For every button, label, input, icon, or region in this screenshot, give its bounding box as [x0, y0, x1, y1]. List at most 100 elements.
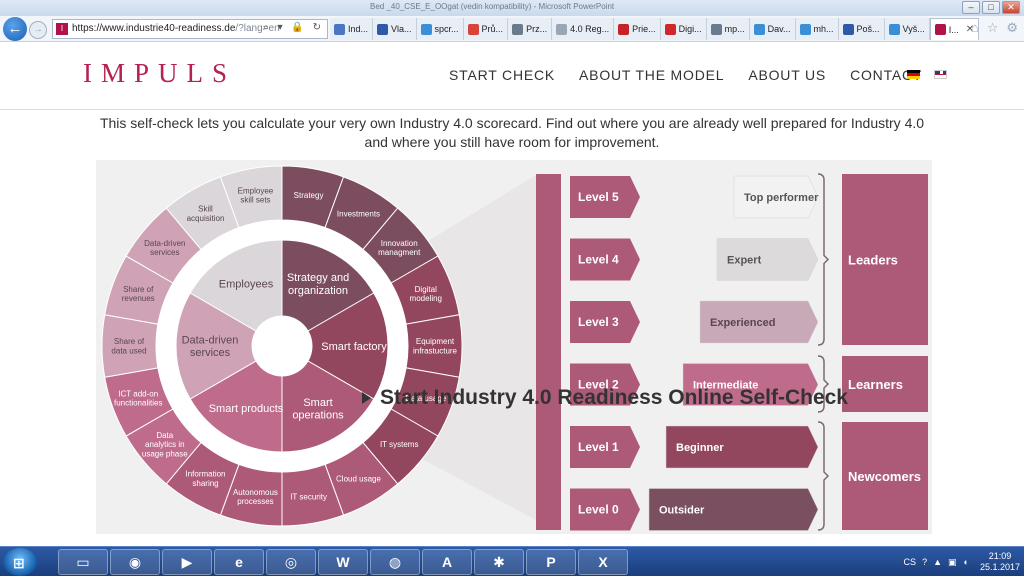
- browser-tab[interactable]: Digi...: [660, 18, 707, 40]
- browser-tab[interactable]: spcr...: [416, 18, 464, 40]
- word-icon[interactable]: W: [318, 549, 368, 575]
- start-button[interactable]: ⊞: [3, 548, 37, 576]
- tab-favicon-icon: [377, 23, 389, 35]
- minimize-button[interactable]: –: [962, 1, 980, 14]
- impuls-logo[interactable]: IMPULS: [83, 58, 236, 89]
- internet-explorer-icon[interactable]: e: [214, 549, 264, 575]
- intro-text: This self-check lets you calculate your …: [99, 115, 925, 150]
- browser-tab[interactable]: mp...: [706, 18, 750, 40]
- address-url[interactable]: https://www.industrie40-readiness.de/?la…: [72, 23, 280, 34]
- site-favicon-icon: I: [56, 23, 68, 35]
- levels-vertical-bar: [536, 174, 561, 530]
- level-label: Level 4: [578, 253, 619, 267]
- nav-start-check[interactable]: START CHECK: [449, 67, 555, 83]
- clock-time: 21:09: [988, 551, 1012, 561]
- main-content: This self-check lets you calculate your …: [0, 110, 1024, 546]
- tab-label: spcr...: [434, 24, 459, 34]
- browser-tab[interactable]: Prů...: [463, 18, 509, 40]
- stage-label: Expert: [727, 255, 762, 267]
- readiness-model-svg: StrategyInvestmentsInnovation managmentDi…: [101, 165, 928, 531]
- german-flag-icon[interactable]: [907, 70, 920, 79]
- tab-label: Vla...: [391, 24, 412, 34]
- group-label: Newcomers: [848, 469, 921, 484]
- close-button[interactable]: ✕: [1002, 1, 1020, 14]
- tab-label: Digi...: [678, 24, 702, 34]
- start-self-check-label[interactable]: Start Industry 4.0 Readiness Online Self…: [380, 386, 848, 410]
- tab-label: Dav...: [767, 24, 791, 34]
- browser-tab[interactable]: mh...: [795, 18, 839, 40]
- browser-tab[interactable]: Poš...: [838, 18, 885, 40]
- tab-favicon-icon: [512, 23, 524, 35]
- explorer-icon[interactable]: ▭: [58, 549, 108, 575]
- readiness-model-graphic[interactable]: Strategy Investments Innovation managment Di…: [96, 160, 932, 534]
- tab-label: I...: [948, 24, 959, 35]
- help-icon[interactable]: ?: [922, 557, 927, 567]
- stage-label: Beginner: [676, 442, 724, 454]
- browser-tab[interactable]: Vyš...: [884, 18, 930, 40]
- home-icon[interactable]: ⌂: [971, 20, 979, 36]
- tab-favicon-icon: [710, 23, 722, 35]
- tab-favicon-icon: [467, 23, 479, 35]
- outer-segment-label: Investments: [337, 209, 380, 218]
- inner-segment-label: Smart products: [209, 403, 284, 415]
- outer-segment-label: IT systems: [380, 440, 419, 449]
- chrome-icon[interactable]: ◎: [266, 549, 316, 575]
- clock[interactable]: 21:09 25.1.2017: [980, 551, 1020, 573]
- browser-tab[interactable]: Vla...: [373, 18, 417, 40]
- language-switcher: [907, 70, 947, 79]
- nav-about-the-model[interactable]: ABOUT THE MODEL: [579, 67, 724, 83]
- browser-toolbar: ← → I https://www.industrie40-readiness.…: [0, 16, 1024, 42]
- nav-about-us[interactable]: ABOUT US: [748, 67, 826, 83]
- browser-icons: ⌂ ☆ ⚙: [971, 20, 1018, 36]
- paint-icon[interactable]: ✱: [474, 549, 524, 575]
- powerpoint-icon[interactable]: P: [526, 549, 576, 575]
- main-navigation: START CHECK ABOUT THE MODEL ABOUT US CONTAC…: [449, 67, 922, 83]
- level-label: Level 0: [578, 503, 619, 517]
- browser-tab[interactable]: Prz...: [508, 18, 553, 40]
- outer-segment-label: IT security: [290, 492, 327, 501]
- app-icon[interactable]: ◍: [370, 549, 420, 575]
- taskbar-apps: ▭ ◉ ▶ e ◎ W ◍ A ✱ P X: [58, 549, 628, 575]
- firefox-icon[interactable]: ◉: [110, 549, 160, 575]
- tab-favicon-icon: [334, 23, 345, 35]
- inner-segment-label: Data-driven services: [182, 335, 239, 360]
- stage-label: Outsider: [659, 505, 705, 517]
- start-self-check-link[interactable]: Start Industry 4.0 Readiness Online Self…: [362, 386, 848, 410]
- outer-segment-label: Share of data used: [111, 337, 146, 355]
- level-label: Level 3: [578, 315, 619, 329]
- english-flag-icon[interactable]: [934, 70, 947, 79]
- browser-tabs: Ind... Vla... spcr... Prů... Prz... 4.0 Reg..…: [330, 18, 980, 40]
- browser-tab[interactable]: Prie...: [614, 18, 661, 40]
- favorites-star-icon[interactable]: ☆: [987, 20, 999, 36]
- tab-favicon-icon: [753, 23, 765, 35]
- browser-tab[interactable]: 4.0 Reg...: [552, 18, 615, 40]
- browser-tab[interactable]: Ind...: [330, 18, 374, 40]
- back-button[interactable]: ←: [3, 17, 27, 41]
- network-icon[interactable]: ▣: [948, 557, 957, 568]
- tab-label: mp...: [724, 24, 745, 34]
- tab-label: Prů...: [481, 24, 504, 34]
- volume-icon[interactable]: ◖: [963, 557, 968, 567]
- browser-tab[interactable]: Dav...: [749, 18, 796, 40]
- tab-favicon-icon: [420, 23, 432, 35]
- excel-icon[interactable]: X: [578, 549, 628, 575]
- tab-favicon-icon: [556, 23, 568, 35]
- tab-favicon-icon: [842, 23, 854, 35]
- window-controls: – □ ✕: [962, 1, 1020, 14]
- settings-gear-icon[interactable]: ⚙: [1006, 20, 1018, 36]
- acrobat-icon[interactable]: A: [422, 549, 472, 575]
- outer-segment-label: Data-driven services: [144, 239, 185, 257]
- inner-segment-label: Strategy and organization: [287, 272, 349, 297]
- windows-taskbar: ⊞ ▭ ◉ ▶ e ◎ W ◍ A ✱ P X CS ? ▲ ▣ ◖ 21:09 25.1.2017: [0, 546, 1024, 576]
- forward-button[interactable]: →: [29, 21, 47, 39]
- tray-expand-icon[interactable]: ▲: [933, 557, 942, 567]
- media-player-icon[interactable]: ▶: [162, 549, 212, 575]
- maximize-button[interactable]: □: [982, 1, 1000, 14]
- language-indicator[interactable]: CS: [904, 557, 917, 567]
- address-bar[interactable]: I https://www.industrie40-readiness.de/?…: [52, 19, 328, 39]
- address-controls[interactable]: ⌕ ▾ 🔒 ↻: [263, 22, 324, 33]
- outer-segment-label: Equipment infrastucture: [413, 337, 458, 355]
- tab-favicon-icon: [799, 23, 811, 35]
- outer-segment-label: Employee skill sets: [238, 187, 274, 205]
- stage-label: Experienced: [710, 317, 775, 329]
